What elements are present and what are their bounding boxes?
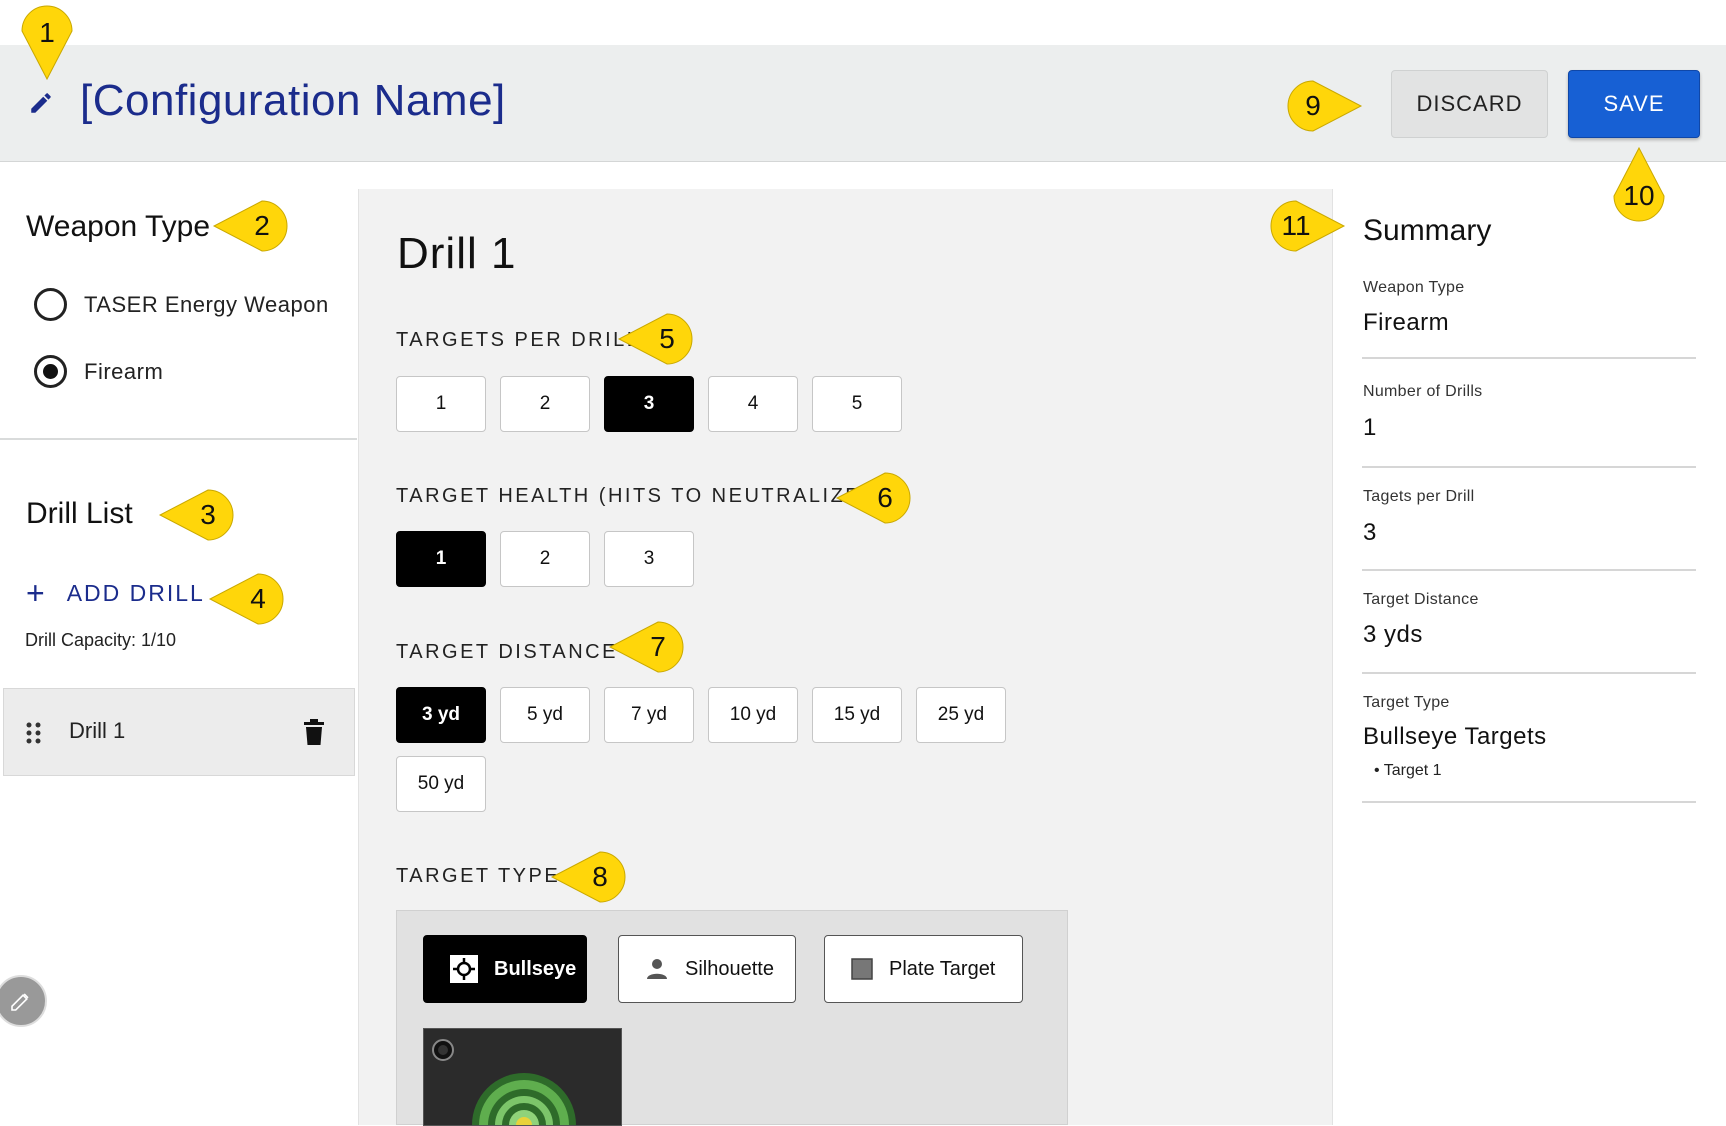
callout-marker-11: 11 xyxy=(1266,196,1346,266)
callout-number: 11 xyxy=(1281,210,1311,241)
targets-option-3[interactable]: 3 xyxy=(604,376,694,432)
summary-label: Target Distance xyxy=(1363,591,1479,608)
divider xyxy=(1362,466,1696,468)
drill-item-label: Drill 1 xyxy=(69,718,126,743)
target-type-plate[interactable]: Plate Target xyxy=(824,935,1023,1003)
target-distance-label: TARGET DISTANCE xyxy=(396,641,618,663)
summary-value: 3 yds xyxy=(1363,621,1423,648)
radio-firearm[interactable]: Firearm xyxy=(34,355,163,388)
radio-button-checked[interactable] xyxy=(34,355,67,388)
callout-number: 10 xyxy=(1623,180,1655,211)
trash-icon[interactable] xyxy=(304,719,324,745)
target-type-label: Silhouette xyxy=(685,957,774,980)
summary-label: Tagets per Drill xyxy=(1363,488,1475,505)
summary-value: Firearm xyxy=(1363,309,1450,336)
callout-marker-10: 10 xyxy=(1609,146,1679,222)
summary-target-item: • Target 1 xyxy=(1374,762,1442,779)
distance-option-15yd[interactable]: 15 yd xyxy=(812,687,902,743)
callout-marker-9: 9 xyxy=(1283,76,1363,146)
health-option-1[interactable]: 1 xyxy=(396,531,486,587)
target-type-label: Bullseye xyxy=(494,957,577,980)
callout-number: 8 xyxy=(592,861,608,892)
callout-number: 1 xyxy=(39,17,55,48)
divider xyxy=(0,438,357,440)
drill-list-heading: Drill List xyxy=(26,497,133,530)
target-type-silhouette[interactable]: Silhouette xyxy=(618,935,796,1003)
distance-option-5yd[interactable]: 5 yd xyxy=(500,687,590,743)
health-option-3[interactable]: 3 xyxy=(604,531,694,587)
radio-taser[interactable]: TASER Energy Weapon xyxy=(34,288,329,321)
pencil-icon xyxy=(11,993,29,1011)
target-type-container: Bullseye Silhouette Plate Target xyxy=(396,910,1068,1126)
weapon-type-heading: Weapon Type xyxy=(26,210,211,243)
save-button[interactable]: SAVE xyxy=(1568,70,1700,138)
targets-option-5[interactable]: 5 xyxy=(812,376,902,432)
drill-list-item[interactable]: Drill 1 xyxy=(3,688,355,776)
callout-marker-7: 7 xyxy=(608,617,684,687)
target-type-bullseye[interactable]: Bullseye xyxy=(423,935,587,1003)
target-type-label: TARGET TYPE xyxy=(396,865,561,887)
crosshair-icon xyxy=(450,955,478,983)
divider xyxy=(1362,357,1696,359)
divider xyxy=(1362,801,1696,803)
distance-option-3yd[interactable]: 3 yd xyxy=(396,687,486,743)
radio-label: Firearm xyxy=(84,358,164,384)
callout-number: 3 xyxy=(200,499,216,530)
callout-marker-3: 3 xyxy=(158,485,234,555)
distance-option-10yd[interactable]: 10 yd xyxy=(708,687,798,743)
add-drill-button[interactable]: + ADD DRILL xyxy=(26,577,205,609)
callout-number: 5 xyxy=(659,323,675,354)
target-type-label: Plate Target xyxy=(889,957,996,980)
drag-handle-icon[interactable] xyxy=(26,722,42,744)
callout-number: 9 xyxy=(1305,90,1321,121)
targets-per-drill-label: TARGETS PER DRILL xyxy=(396,329,641,351)
callout-number: 2 xyxy=(254,210,270,241)
bullseye-icon xyxy=(472,1073,576,1125)
summary-value: 1 xyxy=(1363,414,1377,441)
radio-button[interactable] xyxy=(34,288,67,321)
radio-label: TASER Energy Weapon xyxy=(84,291,329,317)
distance-option-50yd[interactable]: 50 yd xyxy=(396,756,486,812)
add-drill-label: ADD DRILL xyxy=(66,579,205,606)
summary-heading: Summary xyxy=(1363,214,1492,247)
drill-title: Drill 1 xyxy=(397,229,517,278)
callout-marker-4: 4 xyxy=(208,569,284,639)
health-option-2[interactable]: 2 xyxy=(500,531,590,587)
summary-value: Bullseye Targets xyxy=(1363,723,1547,750)
divider xyxy=(1362,672,1696,674)
target-health-label: TARGET HEALTH (HITS TO NEUTRALIZE) xyxy=(396,485,871,507)
callout-marker-1: 1 xyxy=(17,1,87,81)
targets-option-1[interactable]: 1 xyxy=(396,376,486,432)
summary-value: 3 xyxy=(1363,519,1377,546)
square-icon xyxy=(851,958,873,980)
divider xyxy=(1362,569,1696,571)
callout-number: 7 xyxy=(650,631,666,662)
callout-marker-8: 8 xyxy=(550,847,626,917)
configuration-name[interactable]: [Configuration Name] xyxy=(80,76,506,126)
distance-option-25yd[interactable]: 25 yd xyxy=(916,687,1006,743)
callout-marker-5: 5 xyxy=(617,309,693,379)
drill-capacity: Drill Capacity: 1/10 xyxy=(25,630,177,650)
callout-number: 4 xyxy=(250,583,266,614)
targets-option-2[interactable]: 2 xyxy=(500,376,590,432)
distance-option-7yd[interactable]: 7 yd xyxy=(604,687,694,743)
callout-marker-6: 6 xyxy=(835,468,911,538)
targets-option-4[interactable]: 4 xyxy=(708,376,798,432)
callout-marker-2: 2 xyxy=(212,196,288,266)
pencil-icon[interactable] xyxy=(28,90,54,116)
summary-label: Weapon Type xyxy=(1363,279,1465,296)
bullseye-target-preview[interactable] xyxy=(423,1028,622,1126)
summary-label: Target Type xyxy=(1363,694,1450,711)
summary-label: Number of Drills xyxy=(1363,383,1483,400)
plus-icon: + xyxy=(26,575,47,611)
edit-fab-button[interactable] xyxy=(0,975,47,1027)
person-icon xyxy=(645,957,669,981)
drill-editor-panel: Drill 1 TARGETS PER DRILL 1 2 3 4 5 TARG… xyxy=(358,189,1333,1126)
callout-number: 6 xyxy=(877,482,893,513)
discard-button[interactable]: DISCARD xyxy=(1391,70,1548,138)
